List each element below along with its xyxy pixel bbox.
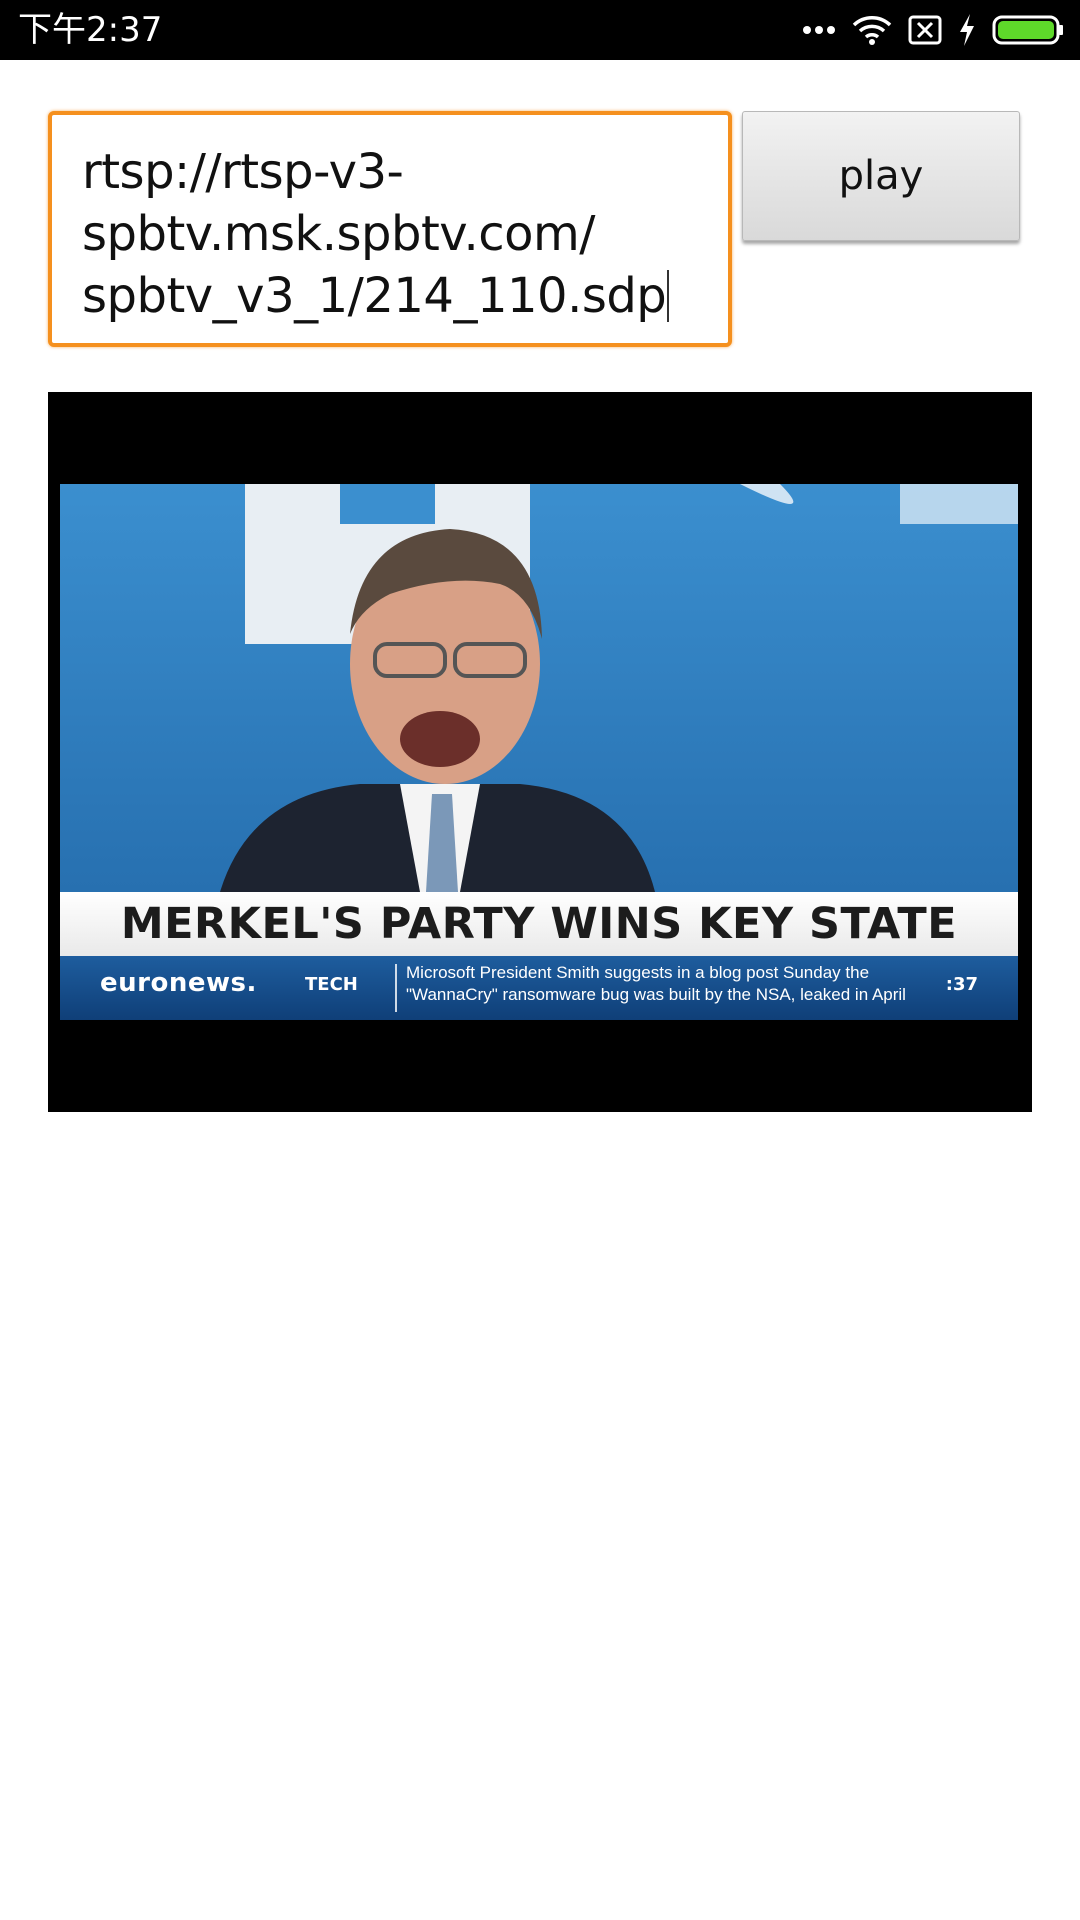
status-time: 下午2:37: [18, 10, 163, 50]
video-frame: MERKEL'S PARTY WINS KEY STATE euronews. …: [60, 484, 1018, 1020]
video-player[interactable]: MERKEL'S PARTY WINS KEY STATE euronews. …: [48, 392, 1032, 1112]
text-caret: [667, 270, 670, 322]
url-line-1: rtsp://rtsp-v3-: [82, 144, 404, 200]
url-line-3: spbtv_v3_1/214_110.sdp: [82, 265, 702, 327]
ticker-time: :37: [945, 974, 978, 995]
battery-icon: [992, 15, 1064, 45]
ticker-section: TECH: [305, 974, 358, 995]
wifi-icon: [852, 14, 892, 46]
status-icons: [802, 12, 1064, 48]
charging-bolt-icon: [958, 14, 976, 46]
news-headline-bar: MERKEL'S PARTY WINS KEY STATE: [60, 892, 1018, 956]
url-input[interactable]: rtsp://rtsp-v3- spbtv.msk.spbtv.com/ spb…: [48, 111, 732, 347]
channel-logo: euronews.: [100, 968, 257, 998]
ticker-line-2: "WannaCry" ransomware bug was built by t…: [406, 985, 906, 1004]
sim-off-icon: [908, 15, 942, 45]
news-ticker-bar: euronews. TECH Microsoft President Smith…: [60, 956, 1018, 1020]
ticker-news: Microsoft President Smith suggests in a …: [406, 962, 926, 1006]
ticker-divider: [395, 964, 397, 1012]
ticker-line-1: Microsoft President Smith suggests in a …: [406, 963, 870, 982]
status-bar: 下午2:37: [0, 0, 1080, 60]
url-input-value: rtsp://rtsp-v3- spbtv.msk.spbtv.com/ spb…: [82, 141, 702, 327]
play-button[interactable]: play: [742, 111, 1020, 241]
news-headline: MERKEL'S PARTY WINS KEY STATE: [120, 899, 958, 949]
url-line-2: spbtv.msk.spbtv.com/: [82, 206, 595, 262]
more-dots-icon: [802, 25, 836, 35]
